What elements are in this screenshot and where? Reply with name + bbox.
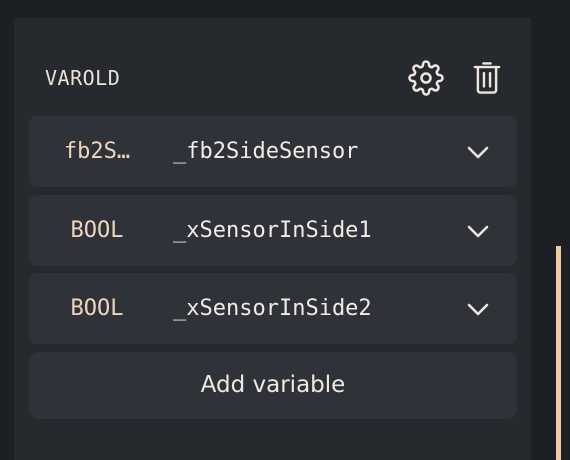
expand-button[interactable] <box>464 295 492 323</box>
panel-header: VAROLD <box>14 18 531 116</box>
settings-button[interactable] <box>408 60 444 96</box>
panel-title: VAROLD <box>45 66 121 90</box>
variable-name: _xSensorInSide2 <box>173 296 372 321</box>
scrollbar-thumb[interactable] <box>556 246 561 460</box>
variable-type: fb2S… <box>63 139 131 164</box>
variable-row[interactable]: BOOL _xSensorInSide1 <box>29 195 517 266</box>
trash-icon <box>473 62 501 94</box>
variable-type: BOOL <box>70 218 124 243</box>
chevron-down-icon <box>467 146 489 159</box>
variable-panel: VAROLD fb2S… _fb2SideSensor BOOL _xSenso… <box>14 18 531 460</box>
gear-icon <box>408 60 444 96</box>
delete-button[interactable] <box>469 60 505 96</box>
expand-button[interactable] <box>464 217 492 245</box>
variable-row[interactable]: fb2S… _fb2SideSensor <box>29 116 517 187</box>
variable-row[interactable]: BOOL _xSensorInSide2 <box>29 273 517 344</box>
variable-type: BOOL <box>70 296 124 321</box>
expand-button[interactable] <box>464 138 492 166</box>
variable-name: _fb2SideSensor <box>173 139 359 164</box>
add-variable-button[interactable]: Add variable <box>29 352 517 419</box>
chevron-down-icon <box>467 225 489 238</box>
chevron-down-icon <box>467 303 489 316</box>
variable-name: _xSensorInSide1 <box>173 218 372 243</box>
